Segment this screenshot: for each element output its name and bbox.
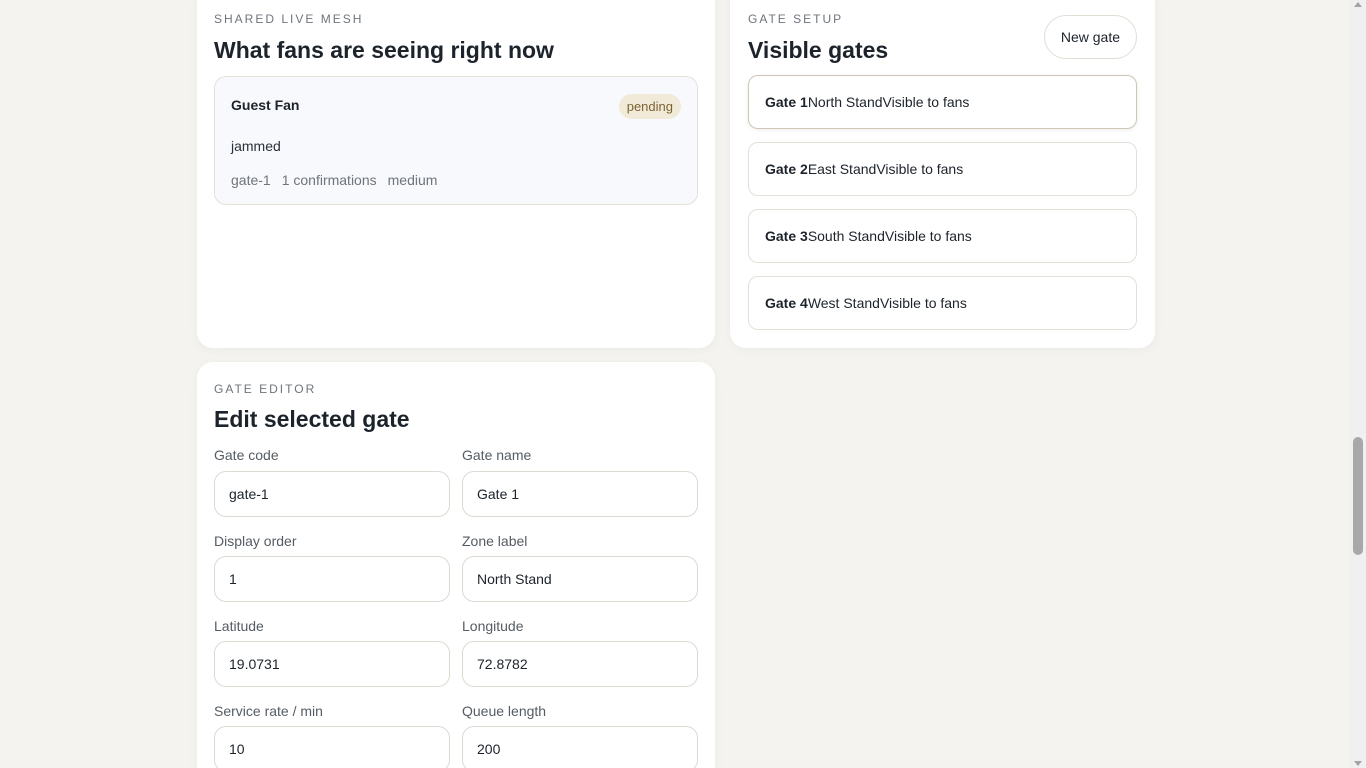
gate-name-input[interactable] (462, 471, 698, 517)
longitude-label: Longitude (462, 618, 524, 634)
gate-item-zone: North Stand (807, 94, 883, 110)
editor-title: Edit selected gate (214, 406, 410, 432)
gate-item-zone: West Stand (807, 295, 880, 311)
gate-item-visibility: Visible to fans (879, 295, 967, 311)
gate-setup-card: GATE SETUP Visible gates New gate Gate 1… (730, 0, 1155, 348)
report-confirmations: 1 confirmations (281, 172, 377, 188)
gate-item-1[interactable]: Gate 1 North Stand Visible to fans (748, 75, 1137, 129)
editor-eyebrow: GATE EDITOR (214, 382, 317, 396)
service-rate-input[interactable] (214, 726, 450, 768)
report-gate: gate-1 (231, 172, 271, 188)
longitude-input[interactable] (462, 641, 698, 687)
report-text: jammed (231, 138, 281, 154)
gate-item-zone: East Stand (807, 161, 877, 177)
report-meta: gate-1 1 confirmations medium (231, 172, 437, 188)
mesh-eyebrow: SHARED LIVE MESH (214, 12, 364, 26)
gate-item-name: Gate 3 (765, 228, 808, 244)
page-scrollbar[interactable] (1350, 0, 1366, 768)
gate-editor-card: GATE EDITOR Edit selected gate Gate code… (197, 362, 715, 768)
gate-item-visibility: Visible to fans (876, 161, 964, 177)
gate-item-4[interactable]: Gate 4 West Stand Visible to fans (748, 276, 1137, 330)
gate-item-visibility: Visible to fans (884, 228, 972, 244)
gate-item-2[interactable]: Gate 2 East Stand Visible to fans (748, 142, 1137, 196)
display-order-label: Display order (214, 533, 297, 549)
queue-length-input[interactable] (462, 726, 698, 768)
gates-eyebrow: GATE SETUP (748, 12, 844, 26)
gate-item-visibility: Visible to fans (882, 94, 970, 110)
report-user: Guest Fan (231, 97, 300, 113)
gates-title: Visible gates (748, 37, 889, 63)
shared-live-mesh-card: SHARED LIVE MESH What fans are seeing ri… (197, 0, 715, 348)
scroll-up-arrow-icon[interactable] (1354, 2, 1362, 7)
service-rate-label: Service rate / min (214, 703, 323, 719)
queue-length-label: Queue length (462, 703, 547, 719)
latitude-label: Latitude (214, 618, 264, 634)
gate-item-name: Gate 4 (765, 295, 808, 311)
display-order-input[interactable] (214, 556, 450, 602)
scroll-down-arrow-icon[interactable] (1354, 761, 1362, 766)
gate-name-label: Gate name (462, 447, 532, 463)
report-card[interactable]: Guest Fan pending jammed gate-1 1 confir… (214, 76, 698, 205)
latitude-input[interactable] (214, 641, 450, 687)
gate-item-3[interactable]: Gate 3 South Stand Visible to fans (748, 209, 1137, 263)
gate-code-label: Gate code (214, 447, 279, 463)
gate-item-name: Gate 1 (765, 94, 808, 110)
gate-item-zone: South Stand (807, 228, 885, 244)
mesh-title: What fans are seeing right now (214, 37, 554, 63)
scrollbar-thumb[interactable] (1353, 437, 1363, 555)
new-gate-button[interactable]: New gate (1043, 15, 1137, 59)
report-severity: medium (387, 172, 438, 188)
zone-label-label: Zone label (462, 533, 528, 549)
status-badge: pending (618, 94, 681, 119)
zone-label-input[interactable] (462, 556, 698, 602)
gate-item-name: Gate 2 (765, 161, 808, 177)
gate-code-input[interactable] (214, 471, 450, 517)
